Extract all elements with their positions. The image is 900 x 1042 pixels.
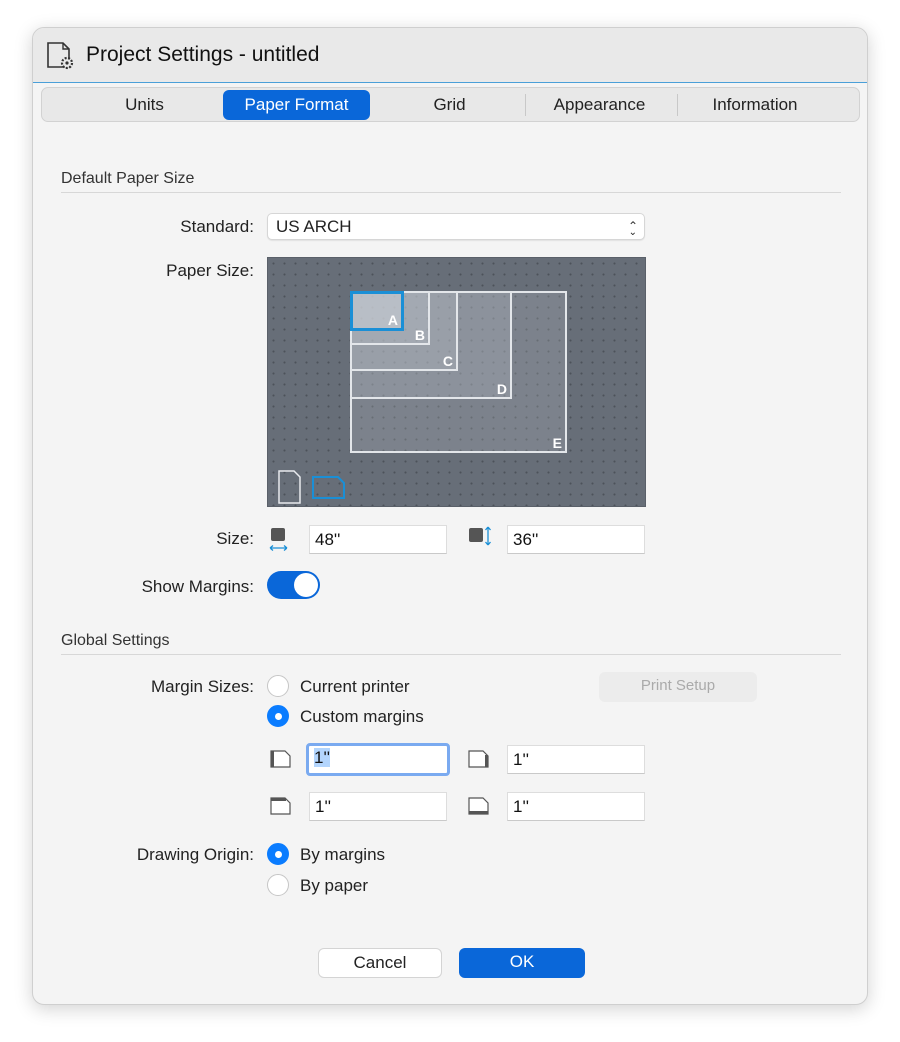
tab-divider bbox=[525, 94, 526, 116]
top-margin-icon bbox=[270, 797, 291, 815]
size-label: Size: bbox=[216, 529, 254, 548]
bottom-margin-input[interactable]: 1'' bbox=[507, 792, 645, 821]
tab-information[interactable]: Information bbox=[685, 90, 825, 120]
right-margin-input[interactable]: 1'' bbox=[507, 745, 645, 774]
cancel-button[interactable]: Cancel bbox=[318, 948, 442, 978]
by-margins-label: By margins bbox=[300, 845, 386, 864]
standard-value: US ARCH bbox=[276, 217, 352, 236]
left-margin-input[interactable]: 1'' bbox=[306, 743, 450, 776]
portrait-orientation-icon[interactable] bbox=[278, 470, 302, 504]
tab-paper-format[interactable]: Paper Format bbox=[223, 90, 370, 120]
document-gear-icon bbox=[47, 42, 74, 70]
left-margin-icon bbox=[270, 750, 291, 768]
tab-units[interactable]: Units bbox=[82, 90, 207, 120]
print-setup-button[interactable]: Print Setup bbox=[599, 672, 757, 702]
title-bar: Project Settings - untitled bbox=[33, 28, 867, 83]
toggle-knob bbox=[294, 573, 318, 597]
chevron-down-icon: ⌄ bbox=[628, 227, 637, 238]
paper-size-label: Paper Size: bbox=[166, 261, 254, 280]
project-settings-window: Project Settings - untitled Units Paper … bbox=[32, 27, 868, 1005]
height-input[interactable]: 36'' bbox=[507, 525, 645, 554]
tab-bar: Units Paper Format Grid Appearance Infor… bbox=[41, 87, 860, 122]
width-icon bbox=[269, 528, 288, 551]
radio-current-printer[interactable] bbox=[267, 675, 289, 697]
bottom-margin-icon bbox=[468, 797, 489, 815]
current-printer-label: Current printer bbox=[300, 677, 410, 696]
section-global-settings: Global Settings bbox=[61, 632, 170, 649]
height-icon bbox=[469, 526, 491, 546]
section-default-paper-size: Default Paper Size bbox=[61, 170, 195, 187]
radio-custom-margins[interactable] bbox=[267, 705, 289, 727]
standard-select[interactable]: US ARCH ⌃ ⌄ bbox=[267, 213, 645, 240]
margin-sizes-label: Margin Sizes: bbox=[151, 677, 254, 696]
window-title: Project Settings - untitled bbox=[86, 43, 320, 66]
standard-label: Standard: bbox=[180, 217, 254, 236]
paper-size-preview: E D C B A bbox=[267, 257, 646, 507]
divider bbox=[61, 654, 841, 655]
show-margins-label: Show Margins: bbox=[141, 577, 254, 596]
landscape-orientation-icon[interactable] bbox=[312, 476, 346, 500]
right-margin-icon bbox=[468, 750, 489, 768]
width-input[interactable]: 48'' bbox=[309, 525, 447, 554]
drawing-origin-label: Drawing Origin: bbox=[136, 845, 254, 864]
tab-divider bbox=[677, 94, 678, 116]
ok-button[interactable]: OK bbox=[459, 948, 585, 978]
paper-size-a[interactable]: A bbox=[350, 291, 404, 331]
top-margin-input[interactable]: 1'' bbox=[309, 792, 447, 821]
radio-by-margins[interactable] bbox=[267, 843, 289, 865]
divider bbox=[61, 192, 841, 193]
radio-by-paper[interactable] bbox=[267, 874, 289, 896]
tab-grid[interactable]: Grid bbox=[387, 90, 512, 120]
tab-appearance[interactable]: Appearance bbox=[532, 90, 667, 120]
show-margins-toggle[interactable] bbox=[267, 571, 320, 599]
custom-margins-label: Custom margins bbox=[300, 707, 424, 726]
by-paper-label: By paper bbox=[300, 876, 369, 895]
